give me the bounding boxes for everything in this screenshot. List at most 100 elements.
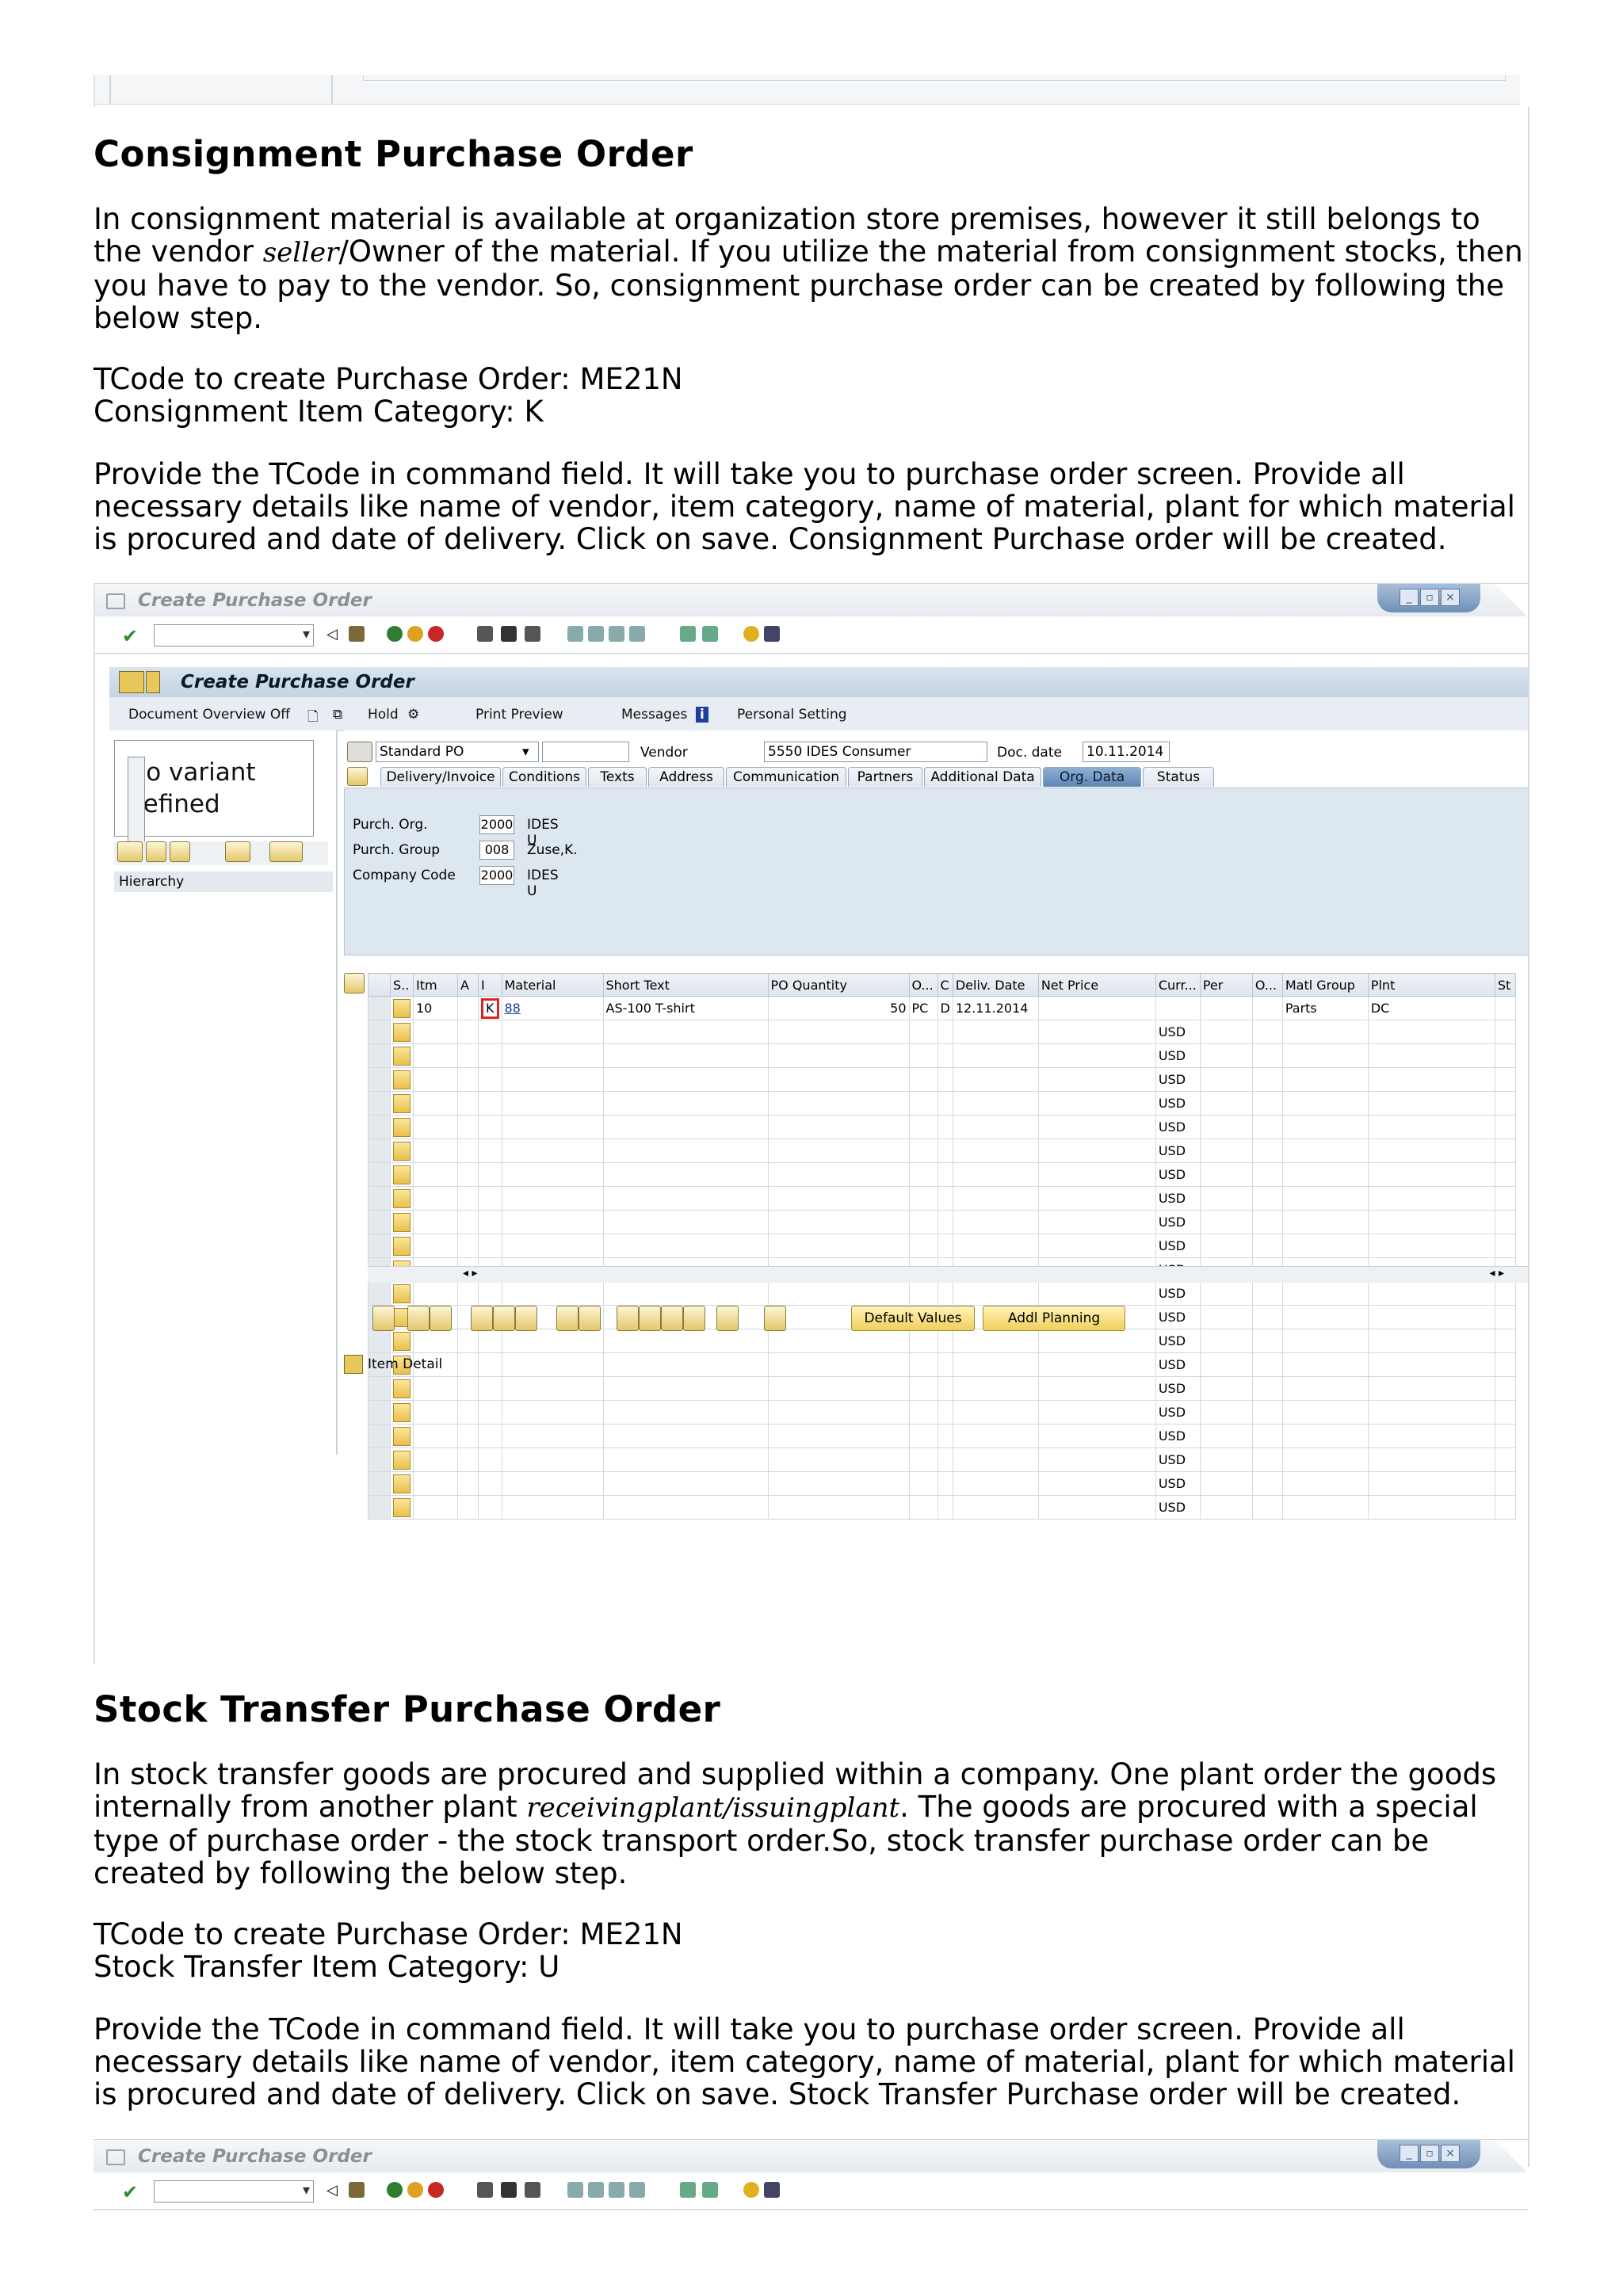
table-cell[interactable] [478,1471,502,1496]
save-icon[interactable] [349,2182,365,2198]
info-icon[interactable]: i [696,707,708,723]
enter-icon[interactable]: ✔ [122,2181,138,2203]
print-icon[interactable] [477,626,493,642]
table-cell[interactable] [1367,1115,1495,1139]
table-cell[interactable] [937,1043,953,1068]
first-page-icon[interactable] [567,2182,583,2198]
table-cell[interactable] [767,1067,910,1092]
default-values-button[interactable]: Default Values [851,1306,975,1331]
table-cell[interactable] [937,1376,953,1401]
table-cell[interactable] [1494,1495,1516,1520]
table-cell[interactable] [767,1234,910,1258]
table-cell[interactable] [602,1210,769,1234]
table-cell[interactable] [478,1210,502,1234]
table-cell[interactable] [1037,1352,1156,1377]
table-cell[interactable] [1251,1495,1283,1520]
table-cell[interactable] [937,1091,953,1116]
table-cell[interactable] [1251,1162,1283,1187]
table-cell[interactable] [908,1210,938,1234]
table-cell[interactable] [602,1186,769,1211]
row-status-cell[interactable] [390,1115,414,1139]
table-cell[interactable] [1251,1424,1283,1448]
row-status-cell[interactable] [390,996,414,1020]
table-cell[interactable] [478,1424,502,1448]
table-cell[interactable] [457,1186,479,1211]
table-cell[interactable] [1367,1067,1495,1092]
table-cell[interactable] [1037,1376,1156,1401]
table-cell[interactable] [1037,1234,1156,1258]
table-cell[interactable] [1494,1471,1516,1496]
table-cell[interactable] [457,1495,479,1520]
table-cell[interactable] [1281,1352,1369,1377]
table-cell[interactable] [602,1020,769,1044]
table-cell[interactable] [413,1162,458,1187]
sort-icon[interactable] [617,1306,639,1331]
currency-cell[interactable]: USD [1155,1138,1201,1163]
table-cell[interactable] [478,1281,502,1306]
table-cell[interactable] [1367,1281,1495,1306]
row-selector[interactable] [368,1400,391,1425]
table-cell[interactable] [908,1115,938,1139]
table-cell[interactable] [908,1020,938,1044]
row-selector[interactable] [368,996,391,1020]
table-cell[interactable] [1199,1115,1253,1139]
table-cell[interactable] [602,1400,769,1425]
table-cell[interactable] [1037,1020,1156,1044]
table-cell[interactable] [952,1376,1039,1401]
table-cell[interactable] [908,1495,938,1520]
table-cell[interactable] [1199,1162,1253,1187]
vendor-field[interactable]: 5550 IDES Consumer [764,742,987,762]
table-cell[interactable] [1251,1138,1283,1163]
table-cell[interactable] [602,1281,769,1306]
table-cell[interactable] [767,1210,910,1234]
col-order-unit[interactable]: O... [908,973,938,997]
table-cell[interactable] [952,1281,1039,1306]
table-cell[interactable] [1199,1281,1253,1306]
table-cell[interactable] [457,1400,479,1425]
table-cell[interactable] [413,1376,458,1401]
save-icon[interactable] [349,626,365,642]
table-cell[interactable] [478,1495,502,1520]
row-status-cell[interactable] [390,1471,414,1496]
details-icon[interactable] [372,1306,395,1331]
table-cell[interactable] [478,1043,502,1068]
per-cell[interactable] [1199,996,1253,1020]
col-po-quantity[interactable]: PO Quantity [767,973,910,997]
filter-set-icon[interactable] [661,1306,683,1331]
table-cell[interactable] [1037,1447,1156,1472]
minimize-icon[interactable]: _ [1400,2145,1419,2162]
currency-cell[interactable]: USD [1155,1043,1201,1068]
table-cell[interactable] [478,1138,502,1163]
tab-status[interactable]: Status [1143,767,1214,787]
table-cell[interactable] [1037,1115,1156,1139]
table-horizontal-scrollbar[interactable]: ◂ ▸ ◂ ▸ [368,1266,1528,1283]
currency-cell[interactable]: USD [1155,1020,1201,1044]
table-cell[interactable] [1281,1471,1369,1496]
table-cell[interactable] [413,1447,458,1472]
table-cell[interactable] [952,1138,1039,1163]
currency-cell[interactable]: USD [1155,1376,1201,1401]
new-session-icon[interactable] [680,2182,696,2198]
table-cell[interactable] [501,1352,604,1377]
table-cell[interactable] [908,1091,938,1116]
table-cell[interactable] [1281,1447,1369,1472]
table-cell[interactable] [1367,1020,1495,1044]
table-cell[interactable] [908,1352,938,1377]
exit-icon[interactable] [407,2182,423,2198]
col-plnt[interactable]: Plnt [1367,973,1495,997]
deselect-all-icon[interactable] [430,1306,452,1331]
table-cell[interactable] [1199,1138,1253,1163]
table-cell[interactable] [602,1471,769,1496]
item-detail-toggle[interactable]: Item Detail [344,1355,442,1374]
table-cell[interactable] [767,1400,910,1425]
table-cell[interactable] [457,1210,479,1234]
table-cell[interactable] [1494,1138,1516,1163]
purch-org-field[interactable]: 2000 [479,815,514,834]
col-material[interactable]: Material [501,973,604,997]
table-cell[interactable] [908,1376,938,1401]
close-icon[interactable]: × [1441,2145,1460,2162]
c-cell[interactable]: D [937,996,953,1020]
services-menu-icon[interactable] [146,671,160,693]
table-cell[interactable] [478,1162,502,1187]
table-cell[interactable] [457,1352,479,1377]
